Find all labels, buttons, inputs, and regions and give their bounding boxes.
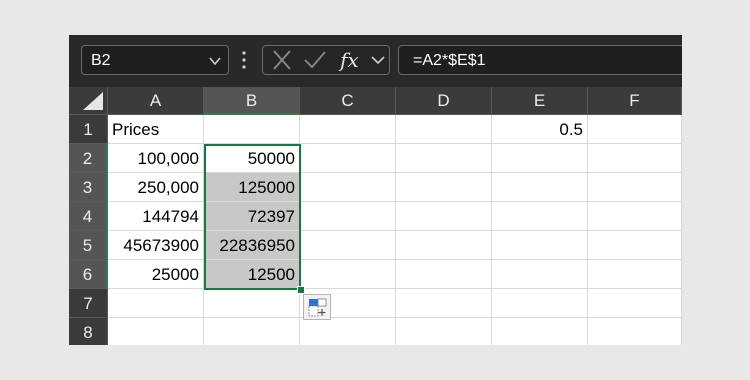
formula-input[interactable]: =A2*$E$1 (398, 45, 682, 75)
row-header-2[interactable]: 2 (69, 144, 108, 173)
cell-b4[interactable]: 72397 (204, 202, 300, 231)
formula-text: =A2*$E$1 (413, 52, 486, 69)
cell-f6[interactable] (588, 260, 682, 289)
cell-e6[interactable] (492, 260, 588, 289)
cell-f4[interactable] (588, 202, 682, 231)
autofill-options-icon (308, 298, 327, 317)
cell-f1[interactable] (588, 115, 682, 144)
name-box-value: B2 (91, 52, 111, 69)
cell-d8[interactable] (396, 318, 492, 345)
cell-d3[interactable] (396, 173, 492, 202)
row-header-3[interactable]: 3 (69, 173, 108, 202)
column-header-b[interactable]: B (204, 87, 300, 115)
formula-buttons: fx (262, 45, 390, 75)
row-header-8[interactable]: 8 (69, 318, 108, 345)
cell-b1[interactable] (204, 115, 300, 144)
cell-d1[interactable] (396, 115, 492, 144)
chevron-down-icon[interactable] (369, 46, 387, 74)
vertical-dots-icon[interactable] (239, 47, 249, 73)
cell-f8[interactable] (588, 318, 682, 345)
cell-d5[interactable] (396, 231, 492, 260)
row-header-6[interactable]: 6 (69, 260, 108, 289)
cell-c4[interactable] (300, 202, 396, 231)
x-icon[interactable] (269, 46, 295, 74)
worksheet-grid: ABCDEF 12345678 Prices 0.5 100,000 50000 250… (69, 87, 682, 345)
cell-d2[interactable] (396, 144, 492, 173)
autofill-options-button[interactable] (303, 294, 331, 320)
svg-text:fx: fx (338, 48, 359, 72)
cell-a5[interactable]: 45673900 (108, 231, 204, 260)
cell-a3[interactable]: 250,000 (108, 173, 204, 202)
name-box[interactable]: B2 (81, 45, 229, 75)
column-header-e[interactable]: E (492, 87, 588, 115)
select-all-button[interactable] (69, 87, 108, 115)
cell-c1[interactable] (300, 115, 396, 144)
cell-d7[interactable] (396, 289, 492, 318)
cell-c3[interactable] (300, 173, 396, 202)
cell-f2[interactable] (588, 144, 682, 173)
cell-b5[interactable]: 22836950 (204, 231, 300, 260)
cell-b8[interactable] (204, 318, 300, 345)
cell-e5[interactable] (492, 231, 588, 260)
column-header-f[interactable]: F (588, 87, 682, 115)
triangle-corner-icon (83, 92, 103, 110)
cell-a7[interactable] (108, 289, 204, 318)
cell-c8[interactable] (300, 318, 396, 345)
row-header-1[interactable]: 1 (69, 115, 108, 144)
excel-window: B2 fx =A2*$E$1 A B C D E F 1 2 3 4 5 6 7… (69, 35, 682, 345)
row-header-4[interactable]: 4 (69, 202, 108, 231)
cell-c2[interactable] (300, 144, 396, 173)
chevron-down-icon[interactable] (208, 54, 222, 68)
check-icon[interactable] (301, 46, 329, 74)
column-header-c[interactable]: C (300, 87, 396, 115)
cell-b3[interactable]: 125000 (204, 173, 300, 202)
fx-icon[interactable]: fx (337, 46, 365, 74)
row-header-5[interactable]: 5 (69, 231, 108, 260)
cell-a8[interactable] (108, 318, 204, 345)
cell-d6[interactable] (396, 260, 492, 289)
cell-b7[interactable] (204, 289, 300, 318)
cell-e2[interactable] (492, 144, 588, 173)
cell-e7[interactable] (492, 289, 588, 318)
cell-f3[interactable] (588, 173, 682, 202)
cell-f7[interactable] (588, 289, 682, 318)
cell-a6[interactable]: 25000 (108, 260, 204, 289)
column-header-a[interactable]: A (108, 87, 204, 115)
cell-e8[interactable] (492, 318, 588, 345)
cell-a2[interactable]: 100,000 (108, 144, 204, 173)
cell-a4[interactable]: 144794 (108, 202, 204, 231)
column-header-d[interactable]: D (396, 87, 492, 115)
formula-bar: B2 fx =A2*$E$1 (69, 35, 682, 87)
cell-b6[interactable]: 12500 (204, 260, 300, 289)
cell-e1[interactable]: 0.5 (492, 115, 588, 144)
cell-f5[interactable] (588, 231, 682, 260)
cell-c5[interactable] (300, 231, 396, 260)
fill-handle[interactable] (297, 286, 305, 294)
row-header-7[interactable]: 7 (69, 289, 108, 318)
cell-d4[interactable] (396, 202, 492, 231)
cell-c6[interactable] (300, 260, 396, 289)
cell-e4[interactable] (492, 202, 588, 231)
cell-a1[interactable]: Prices (108, 115, 204, 144)
cell-e3[interactable] (492, 173, 588, 202)
cell-b2[interactable]: 50000 (204, 144, 300, 173)
